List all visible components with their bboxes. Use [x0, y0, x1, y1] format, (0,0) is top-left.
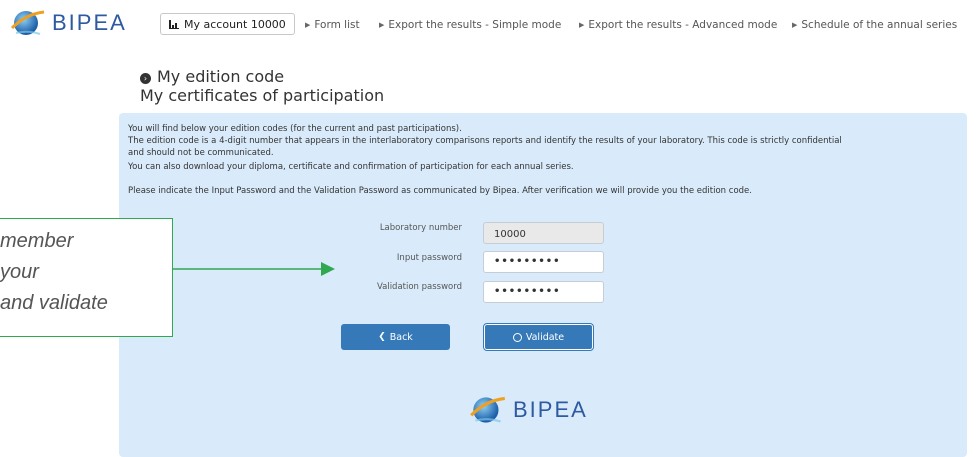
footer-logo: BIPEA [467, 392, 588, 428]
callout-arrow-icon [173, 262, 335, 276]
info-text-3: and should not be communicated. [128, 148, 274, 158]
my-account-label: My account 10000 [184, 17, 286, 31]
circle-o-icon [512, 332, 522, 342]
caret-right-icon: ▶ [305, 21, 311, 29]
callout-line-2: your [0, 261, 39, 283]
lab-number-field: 10000 [483, 222, 604, 244]
nav-form-list[interactable]: ▶ Form list [305, 19, 360, 31]
chevron-left-icon: ❮ [378, 332, 386, 342]
nav-export-simple[interactable]: ▶ Export the results - Simple mode [379, 19, 561, 31]
callout-line-1: member [0, 230, 74, 252]
caret-right-icon: ▶ [792, 21, 798, 29]
caret-right-icon: ▶ [579, 21, 585, 29]
globe-logo-icon [470, 396, 506, 423]
bipea-logo[interactable]: BIPEA [8, 6, 127, 40]
nav-schedule[interactable]: ▶ Schedule of the annual series [792, 19, 957, 31]
certificates-title[interactable]: My certificates of participation [140, 86, 384, 105]
callout-line-3: and validate [0, 292, 108, 314]
validation-password-field[interactable]: ••••••••• [483, 281, 604, 303]
info-text-2: The edition code is a 4-digit number tha… [128, 136, 842, 146]
top-header: BIPEA My account 10000 ▶ Form list ▶ Expor… [0, 0, 977, 48]
edition-code-title[interactable]: › My edition code [140, 67, 284, 86]
lab-number-label: Laboratory number [379, 223, 462, 233]
info-text-4: You can also download your diploma, cert… [128, 162, 574, 172]
info-text-5: Please indicate the Input Password and t… [128, 186, 752, 196]
chevron-circle-right-icon: › [140, 73, 151, 84]
globe-logo-icon [10, 10, 45, 35]
input-password-field[interactable]: ••••••••• [483, 251, 604, 273]
chart-bars-icon [169, 19, 179, 29]
validate-button[interactable]: Validate [483, 323, 594, 351]
caret-right-icon: ▶ [379, 21, 385, 29]
nav-export-advanced[interactable]: ▶ Export the results - Advanced mode [579, 19, 777, 31]
validation-password-label: Validation password [376, 282, 462, 292]
info-text-1: You will find below your edition codes (… [128, 124, 462, 134]
logo-text: BIPEA [52, 10, 127, 35]
footer-logo-text: BIPEA [513, 397, 588, 422]
back-button[interactable]: ❮ Back [341, 324, 450, 350]
my-account-button[interactable]: My account 10000 [160, 13, 295, 35]
callout-text: member your and validate [0, 226, 108, 319]
